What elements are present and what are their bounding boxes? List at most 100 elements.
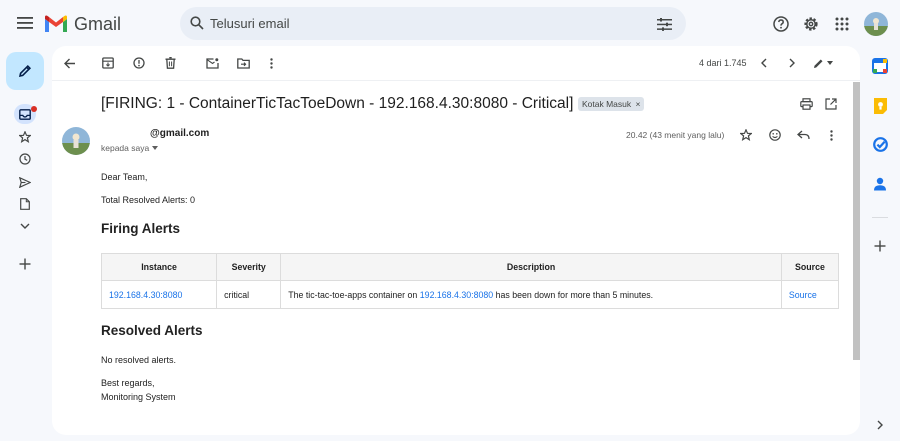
- input-tools-button[interactable]: [808, 53, 838, 73]
- recipient-text: kepada saya: [101, 143, 150, 153]
- sender-email[interactable]: @gmail.com: [150, 128, 209, 139]
- search-input[interactable]: [210, 7, 650, 40]
- create-label-button[interactable]: [14, 254, 36, 274]
- newer-button[interactable]: [754, 53, 774, 73]
- plus-icon: [19, 258, 31, 270]
- source-cell: Source: [780, 280, 840, 309]
- email-greeting: Dear Team,: [101, 172, 148, 182]
- more-vert-icon: [269, 57, 273, 69]
- instance-link[interactable]: 192.168.4.30:8080: [109, 290, 182, 300]
- star-message-button[interactable]: [736, 125, 756, 145]
- search-bar[interactable]: [180, 7, 686, 40]
- back-button[interactable]: [60, 53, 80, 73]
- nav-sent[interactable]: [14, 172, 36, 192]
- print-button[interactable]: [796, 94, 816, 114]
- source-link[interactable]: Source: [789, 290, 817, 300]
- star-icon: [740, 129, 752, 141]
- chevron-down-icon: [827, 61, 833, 65]
- avatar: [62, 127, 90, 155]
- get-addons-button[interactable]: [871, 237, 889, 255]
- resolved-alerts-heading: Resolved Alerts: [101, 323, 203, 338]
- side-rail-divider: [872, 217, 888, 218]
- filter-options-icon: [656, 17, 672, 31]
- reply-button[interactable]: [793, 125, 813, 145]
- nav-starred[interactable]: [14, 127, 36, 147]
- show-side-panel-button[interactable]: [871, 416, 889, 434]
- recipient-toggle[interactable]: kepada saya: [101, 143, 159, 153]
- move-to-icon: [236, 57, 250, 69]
- star-icon: [19, 131, 31, 143]
- inbox-label-chip[interactable]: Kotak Masuk ×: [578, 97, 645, 111]
- open-new-window-button[interactable]: [821, 94, 841, 114]
- archive-button[interactable]: [98, 53, 118, 73]
- message-counter: 4 dari 1.745: [699, 58, 747, 68]
- plus-icon: [874, 240, 886, 252]
- calendar-icon: [872, 58, 888, 74]
- google-apps-button[interactable]: [832, 14, 852, 34]
- delete-icon: [165, 57, 175, 69]
- support-button[interactable]: [771, 14, 791, 34]
- app-name: Gmail: [74, 13, 122, 34]
- add-reaction-button[interactable]: [765, 125, 785, 145]
- nav-drafts[interactable]: [14, 194, 36, 214]
- scrollbar-thumb[interactable]: [853, 82, 860, 360]
- firing-alerts-heading: Firing Alerts: [101, 221, 181, 236]
- label-remove-button[interactable]: ×: [636, 99, 641, 109]
- delete-button[interactable]: [160, 53, 180, 73]
- message-more-button[interactable]: [821, 125, 841, 145]
- email-signature: Monitoring System: [101, 392, 176, 402]
- move-to-button[interactable]: [233, 53, 253, 73]
- unread-badge: [31, 106, 37, 112]
- message-time: 20.42 (43 menit yang lalu): [626, 130, 725, 140]
- email-signoff: Best regards,: [101, 378, 155, 388]
- draft-icon: [20, 198, 30, 210]
- nav-more[interactable]: [14, 216, 36, 236]
- contacts-app-button[interactable]: [871, 175, 889, 193]
- nav-snoozed[interactable]: [14, 149, 36, 169]
- chevron-down-icon: [152, 146, 159, 150]
- print-icon: [799, 98, 813, 110]
- description-instance-link[interactable]: 192.168.4.30:8080: [420, 290, 493, 300]
- description-text-end: has been down for more than 5 minutes.: [493, 289, 654, 300]
- more-actions-button[interactable]: [261, 53, 281, 73]
- message-subject: [FIRING: 1 - ContainerTicTacToeDown - 19…: [101, 95, 574, 112]
- send-icon: [19, 176, 31, 188]
- keep-app-button[interactable]: [871, 97, 889, 115]
- chevron-right-icon: [877, 420, 883, 430]
- inbox-icon: [19, 108, 31, 120]
- total-resolved-alerts: Total Resolved Alerts: 0: [101, 195, 196, 205]
- compose-button[interactable]: [6, 52, 44, 90]
- back-arrow-icon: [64, 58, 75, 68]
- main-menu-button[interactable]: [14, 13, 36, 33]
- gmail-logo[interactable]: Gmail: [44, 12, 121, 36]
- report-spam-button[interactable]: [129, 53, 149, 73]
- column-header-instance: Instance: [100, 253, 218, 281]
- calendar-app-button[interactable]: [871, 57, 889, 75]
- more-vert-icon: [829, 129, 833, 141]
- help-icon: [773, 16, 789, 32]
- severity-cell: critical: [216, 280, 282, 309]
- description-text: The tic-tac-toe-apps container on: [288, 289, 420, 300]
- mark-unread-button[interactable]: [202, 53, 222, 73]
- account-avatar[interactable]: [864, 12, 888, 36]
- instance-cell: 192.168.4.30:8080: [100, 280, 218, 309]
- contacts-icon: [874, 177, 886, 191]
- search-options-button[interactable]: [654, 14, 674, 34]
- gmail-logo-icon: [45, 15, 67, 32]
- table-header-row: Instance Severity Description Source: [100, 253, 840, 281]
- column-header-description: Description: [280, 253, 782, 281]
- tasks-icon: [872, 136, 888, 152]
- avatar: [864, 12, 888, 36]
- column-header-severity: Severity: [216, 253, 282, 281]
- reply-icon: [796, 130, 810, 140]
- emoji-icon: [769, 129, 781, 141]
- older-button[interactable]: [782, 53, 802, 73]
- settings-icon: [804, 17, 818, 31]
- sender-avatar[interactable]: [62, 127, 90, 155]
- clock-icon: [19, 153, 31, 165]
- settings-button[interactable]: [801, 14, 821, 34]
- chevron-left-icon: [761, 58, 767, 68]
- tasks-app-button[interactable]: [871, 135, 889, 153]
- report-spam-icon: [133, 57, 145, 69]
- pencil-icon: [18, 64, 32, 78]
